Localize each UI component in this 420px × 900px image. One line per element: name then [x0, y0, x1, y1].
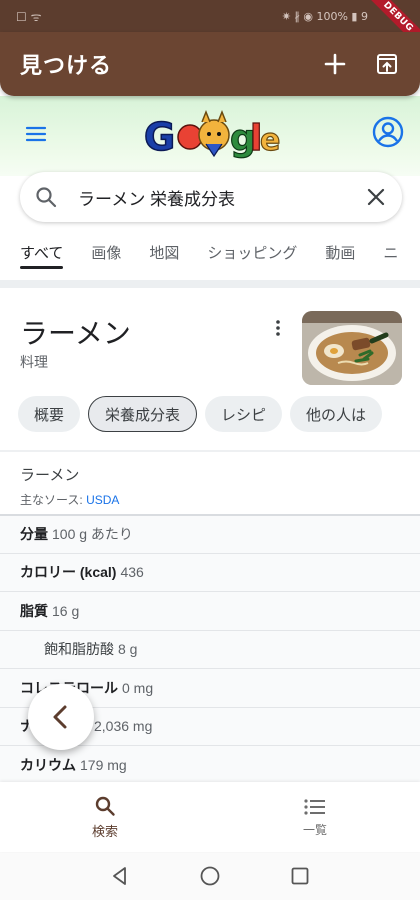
tab-news[interactable]: ニ [383, 236, 398, 276]
system-back-icon[interactable] [109, 865, 131, 887]
chip-row: 概要 栄養成分表 レシピ 他の人は [18, 396, 420, 434]
tab-all[interactable]: すべて [20, 236, 64, 276]
usda-link[interactable]: USDA [86, 493, 119, 507]
nutrition-source: 主なソース: USDA [20, 491, 119, 508]
row-value: 179 mg [80, 756, 127, 773]
nav-list[interactable]: 一覧 [210, 782, 420, 852]
search-tabs: すべて 画像 地図 ショッピング 動画 ニ [20, 236, 420, 276]
system-navigation-bar [0, 852, 420, 900]
tab-videos[interactable]: 動画 [325, 236, 355, 276]
source-prefix: 主なソース: [20, 493, 87, 507]
chip-overview[interactable]: 概要 [18, 396, 81, 432]
chip-people-also[interactable]: 他の人は [290, 396, 383, 432]
google-header: G g l e [0, 96, 420, 176]
status-indicators: ✷ ∦ ◉ 100% ▮ 9 [281, 9, 368, 23]
bottom-navigation: 検索 一覧 [0, 782, 420, 852]
row-value: 16 g [52, 602, 80, 619]
app-bar: 見つける [0, 32, 420, 96]
table-row: カロリー (kcal) 436 [0, 552, 420, 591]
row-value: 8 g [118, 641, 138, 658]
status-bar: ☐ ᯤ ✷ ∦ ◉ 100% ▮ 9 DEBUG [0, 0, 420, 58]
table-row: 脂質 16 g [0, 591, 420, 630]
search-box[interactable]: ラーメン 栄養成分表 [20, 172, 402, 222]
row-value: 0 mg [122, 679, 154, 696]
back-button[interactable] [28, 684, 94, 750]
knowledge-panel-subtitle: 料理 [20, 354, 48, 370]
tab-images[interactable]: 画像 [91, 236, 121, 276]
logo-g1: G [144, 115, 175, 159]
account-icon[interactable] [372, 116, 404, 148]
list-icon [304, 798, 325, 815]
row-label: 飽和脂肪酸 [44, 641, 114, 658]
google-doodle-logo[interactable]: G g l e [140, 104, 281, 164]
system-home-icon[interactable] [199, 865, 221, 887]
table-row: 分量 100 g あたり [0, 514, 420, 553]
menu-icon[interactable] [24, 122, 48, 146]
search-icon [95, 796, 115, 816]
nutrition-heading: ラーメン [20, 467, 80, 484]
chevron-left-icon [53, 705, 67, 729]
table-row: 飽和脂肪酸 8 g [0, 629, 420, 668]
nav-list-label: 一覧 [302, 822, 327, 837]
row-label: カロリー (kcal) [20, 564, 117, 581]
row-label: カリウム [20, 756, 76, 773]
knowledge-panel-title: ラーメン [20, 318, 131, 349]
chip-nutrition[interactable]: 栄養成分表 [88, 396, 198, 432]
more-vert-icon[interactable] [270, 318, 286, 338]
row-label: 脂質 [20, 602, 48, 619]
system-recents-icon[interactable] [289, 865, 311, 887]
row-value: 2,036 mg [94, 718, 153, 735]
svg-text:e: e [260, 123, 280, 158]
plus-icon[interactable] [322, 51, 348, 77]
open-in-browser-icon[interactable] [374, 51, 400, 77]
app-title: 見つける [20, 53, 113, 78]
nav-search-label: 検索 [91, 823, 118, 839]
divider [0, 450, 420, 452]
clear-icon[interactable] [364, 185, 388, 209]
row-value: 436 [120, 564, 144, 581]
nav-search[interactable]: 検索 [0, 782, 210, 852]
status-left-icons: ☐ ᯤ [16, 9, 42, 24]
table-row: カリウム 179 mg [0, 745, 420, 784]
tab-maps[interactable]: 地図 [149, 236, 179, 276]
row-label: 分量 [20, 526, 48, 543]
ramen-image[interactable] [302, 311, 402, 385]
search-query-text[interactable]: ラーメン 栄養成分表 [78, 185, 364, 210]
row-value: 100 g あたり [52, 526, 133, 543]
chip-recipes[interactable]: レシピ [205, 396, 283, 432]
divider [0, 280, 420, 288]
search-icon [34, 185, 58, 209]
tab-shopping[interactable]: ショッピング [207, 236, 297, 276]
